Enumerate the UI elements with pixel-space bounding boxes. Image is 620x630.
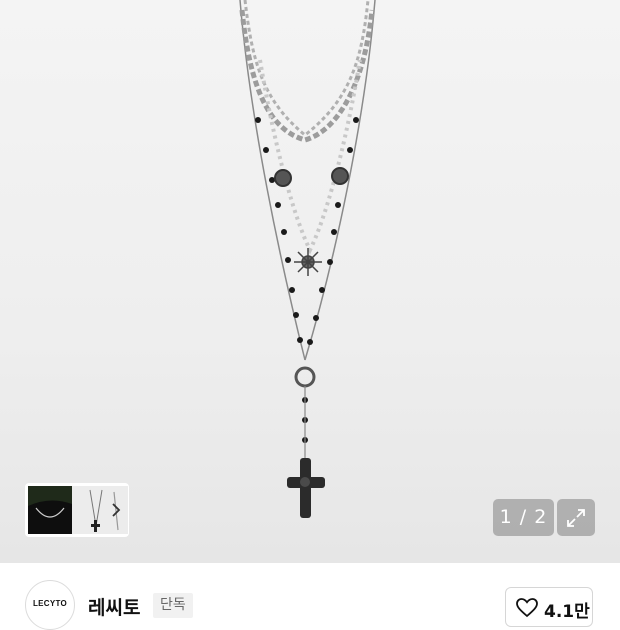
thumbnail-image[interactable]	[28, 486, 72, 534]
brand-logo-text: LECYTO	[32, 599, 68, 608]
image-pager: 1 / 2	[493, 499, 554, 536]
fullscreen-button[interactable]	[557, 499, 595, 536]
like-button[interactable]: 4.1만	[505, 587, 593, 627]
brand-bar: LECYTO 레씨토 단독 4.1만	[0, 563, 620, 630]
heart-icon	[516, 598, 538, 618]
like-count: 4.1만	[544, 602, 590, 622]
exclusive-badge: 단독	[153, 593, 193, 618]
chevron-right-icon[interactable]	[109, 502, 123, 518]
thumbnail-strip[interactable]	[25, 483, 129, 537]
brand-logo[interactable]: LECYTO	[25, 580, 75, 630]
brand-name[interactable]: 레씨토	[88, 593, 140, 620]
product-image-viewer[interactable]: 1 / 2	[0, 0, 620, 563]
expand-icon	[567, 509, 585, 527]
product-image	[239, 0, 376, 518]
